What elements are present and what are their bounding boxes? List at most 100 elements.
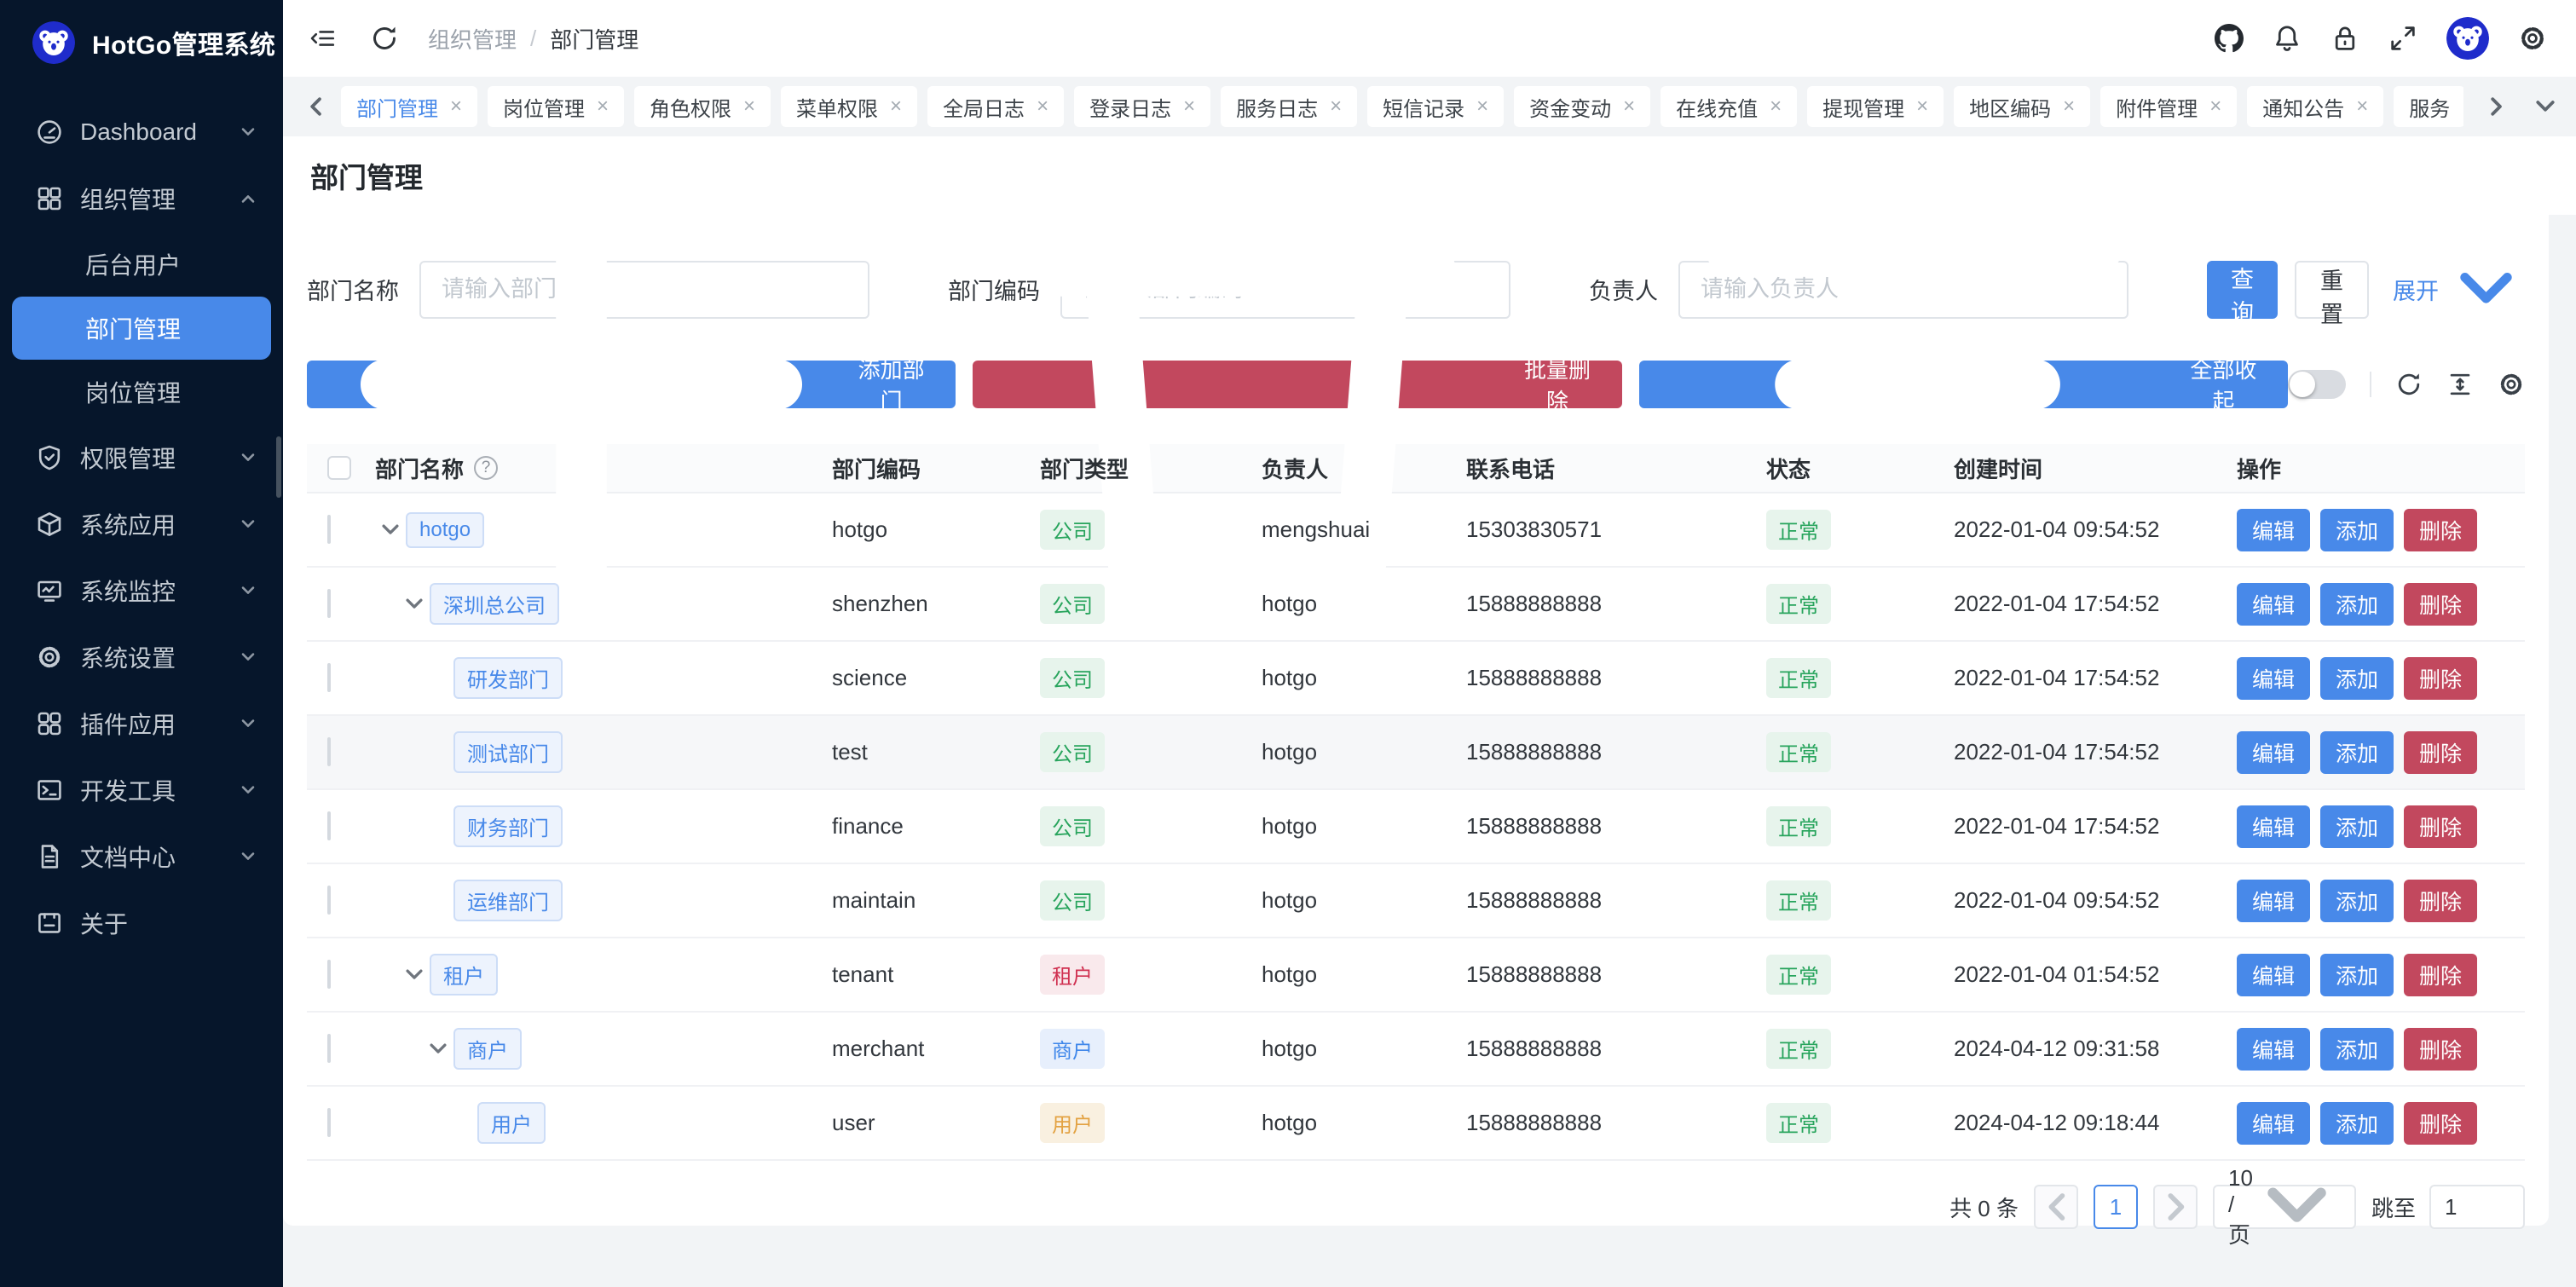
stripe-toggle[interactable] [2288, 370, 2346, 399]
close-icon[interactable]: × [1183, 96, 1195, 117]
app-logo[interactable]: HotGo管理系统 [0, 0, 283, 85]
row-checkbox[interactable] [327, 663, 331, 692]
add-department-button[interactable]: 添加部门 [307, 361, 956, 408]
page-1-button[interactable]: 1 [2094, 1185, 2138, 1229]
edit-button[interactable]: 编辑 [2237, 583, 2310, 626]
fullscreen-icon[interactable] [2388, 24, 2417, 53]
tree-expand-icon[interactable] [378, 518, 402, 542]
sidebar-item-gear[interactable]: 系统设置 [0, 624, 283, 690]
delete-button[interactable]: 删除 [2404, 1102, 2477, 1145]
batch-delete-button[interactable]: 批量删除 [973, 361, 1621, 408]
edit-button[interactable]: 编辑 [2237, 954, 2310, 996]
tab[interactable]: 提现管理× [1807, 86, 1944, 127]
tab[interactable]: 资金变动× [1514, 86, 1650, 127]
delete-button[interactable]: 删除 [2404, 509, 2477, 551]
add-button[interactable]: 添加 [2320, 583, 2394, 626]
edit-button[interactable]: 编辑 [2237, 1028, 2310, 1071]
row-checkbox[interactable] [327, 811, 331, 840]
next-page-button[interactable] [2153, 1185, 2198, 1229]
sidebar-item-plugin[interactable]: 插件应用 [0, 690, 283, 757]
close-icon[interactable]: × [743, 96, 755, 117]
delete-button[interactable]: 删除 [2404, 731, 2477, 774]
sidebar-item-about[interactable]: 关于 [0, 890, 283, 956]
close-icon[interactable]: × [1623, 96, 1635, 117]
edit-button[interactable]: 编辑 [2237, 657, 2310, 700]
tab[interactable]: 地区编码× [1954, 86, 2090, 127]
row-checkbox[interactable] [327, 886, 331, 915]
tab[interactable]: 部门管理× [341, 86, 477, 127]
department-name-tag[interactable]: 用户 [477, 1102, 546, 1144]
department-name-tag[interactable]: 深圳总公司 [430, 583, 559, 625]
expand-form-link[interactable]: 展开 [2393, 251, 2525, 328]
add-button[interactable]: 添加 [2320, 880, 2394, 922]
jump-page-input[interactable] [2429, 1185, 2525, 1229]
close-icon[interactable]: × [1916, 96, 1928, 117]
tabs-scroll-right-icon[interactable] [2482, 93, 2510, 120]
page-size-select[interactable]: 10 / 页 [2213, 1185, 2356, 1229]
select-all-checkbox[interactable] [327, 456, 351, 480]
refresh-icon[interactable] [370, 24, 399, 53]
sidebar-item-dashboard[interactable]: Dashboard [0, 99, 283, 165]
add-button[interactable]: 添加 [2320, 509, 2394, 551]
edit-button[interactable]: 编辑 [2237, 1102, 2310, 1145]
delete-button[interactable]: 删除 [2404, 805, 2477, 848]
delete-button[interactable]: 删除 [2404, 583, 2477, 626]
add-button[interactable]: 添加 [2320, 657, 2394, 700]
row-checkbox[interactable] [327, 960, 331, 989]
avatar[interactable] [2446, 17, 2489, 60]
row-checkbox[interactable] [327, 737, 331, 766]
close-icon[interactable]: × [450, 96, 462, 117]
breadcrumb-parent[interactable]: 组织管理 [428, 23, 517, 55]
close-icon[interactable]: × [597, 96, 609, 117]
row-checkbox[interactable] [327, 1108, 331, 1137]
tabs-menu-icon[interactable] [2532, 93, 2559, 120]
tab[interactable]: 角色权限× [634, 86, 771, 127]
close-icon[interactable]: × [1037, 96, 1048, 117]
delete-button[interactable]: 删除 [2404, 657, 2477, 700]
close-icon[interactable]: × [1476, 96, 1488, 117]
bell-icon[interactable] [2273, 24, 2302, 53]
add-button[interactable]: 添加 [2320, 1028, 2394, 1071]
tab[interactable]: 在线充值× [1661, 86, 1797, 127]
row-checkbox[interactable] [327, 589, 331, 618]
menu-collapse-icon[interactable] [309, 24, 338, 53]
github-icon[interactable] [2215, 24, 2244, 53]
tab[interactable]: 岗位管理× [488, 86, 624, 127]
sidebar-subitem[interactable]: 后台用户 [12, 232, 271, 297]
tabs-scroll-left-icon[interactable] [302, 93, 329, 120]
department-name-tag[interactable]: hotgo [406, 512, 484, 548]
sidebar-item-terminal[interactable]: 开发工具 [0, 757, 283, 823]
query-button[interactable]: 查询 [2207, 261, 2278, 319]
row-density-icon[interactable] [2446, 371, 2474, 398]
close-icon[interactable]: × [2209, 96, 2221, 117]
department-name-tag[interactable]: 财务部门 [453, 805, 563, 847]
add-button[interactable]: 添加 [2320, 1102, 2394, 1145]
tab[interactable]: 服务 [2394, 86, 2463, 127]
delete-button[interactable]: 删除 [2404, 1028, 2477, 1071]
collapse-all-button[interactable]: 全部收起 [1639, 361, 2288, 408]
tab[interactable]: 附件管理× [2100, 86, 2237, 127]
department-name-tag[interactable]: 研发部门 [453, 657, 563, 699]
sidebar-item-cube[interactable]: 系统应用 [0, 491, 283, 557]
add-button[interactable]: 添加 [2320, 954, 2394, 996]
sidebar-subitem[interactable]: 部门管理 [12, 297, 271, 360]
tree-expand-icon[interactable] [426, 1037, 450, 1061]
edit-button[interactable]: 编辑 [2237, 731, 2310, 774]
sidebar-item-org[interactable]: 组织管理 [0, 165, 283, 232]
help-icon[interactable]: ? [474, 456, 498, 480]
reset-button[interactable]: 重置 [2295, 261, 2369, 319]
sidebar-item-monitor[interactable]: 系统监控 [0, 557, 283, 624]
edit-button[interactable]: 编辑 [2237, 880, 2310, 922]
close-icon[interactable]: × [2356, 96, 2368, 117]
sidebar-subitem[interactable]: 岗位管理 [12, 360, 271, 424]
row-checkbox[interactable] [327, 515, 331, 544]
tab[interactable]: 短信记录× [1367, 86, 1504, 127]
tree-expand-icon[interactable] [402, 963, 426, 987]
tab[interactable]: 菜单权限× [781, 86, 917, 127]
add-button[interactable]: 添加 [2320, 805, 2394, 848]
settings-icon[interactable] [2518, 24, 2547, 53]
edit-button[interactable]: 编辑 [2237, 509, 2310, 551]
tab[interactable]: 服务日志× [1221, 86, 1357, 127]
lock-icon[interactable] [2331, 24, 2359, 53]
tab[interactable]: 登录日志× [1074, 86, 1210, 127]
